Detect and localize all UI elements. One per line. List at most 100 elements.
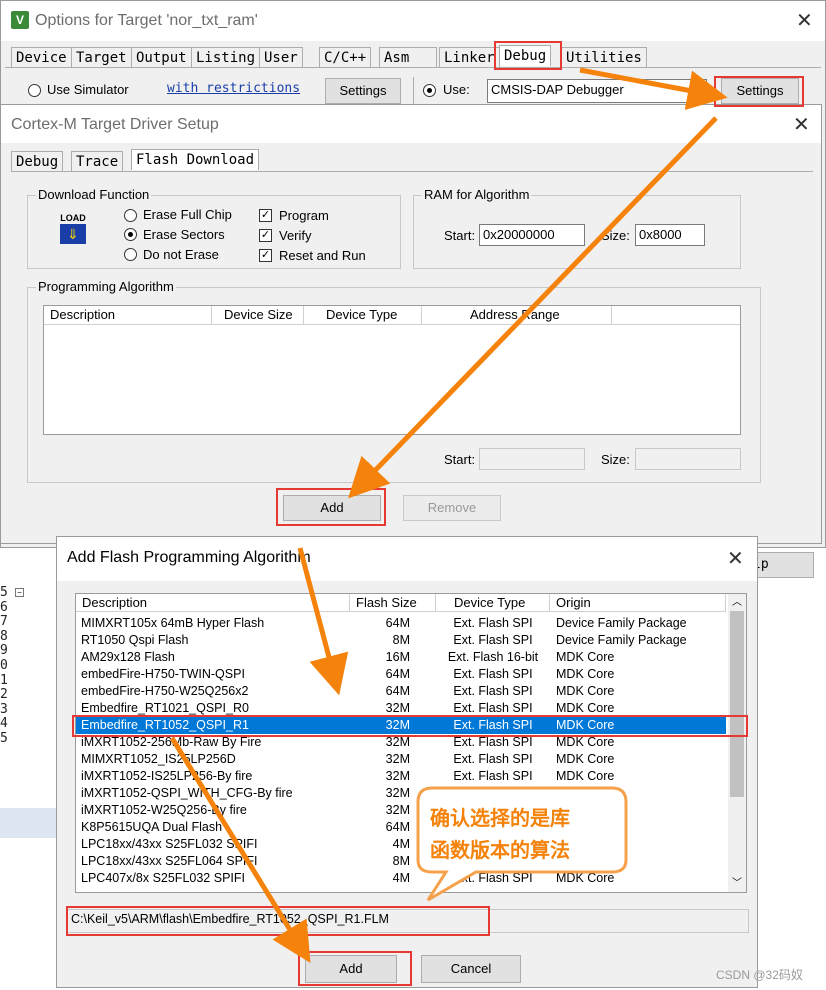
table-cell: embedFire-H750-W25Q256x2 <box>81 684 249 698</box>
table-cell: Ext. Flash SPI <box>453 616 533 630</box>
ram-size-label: Size: <box>601 228 630 243</box>
tab-cpp[interactable]: C/C++ <box>319 47 372 68</box>
table-row[interactable]: K8P5615UQA Dual Flash 64M <box>76 819 726 836</box>
table-cell: MDK Core <box>556 871 615 885</box>
table-cell: Ext. Flash SPI <box>453 684 533 698</box>
add-col-device-type[interactable]: Device Type <box>436 594 550 612</box>
table-cell: 64M <box>385 684 410 698</box>
ram-for-algorithm-label: RAM for Algorithm <box>422 187 532 202</box>
table-row[interactable]: AM29x128 Flash 16M Ext. Flash 16-bit MDK Co… <box>76 649 726 666</box>
tab-listing[interactable]: Listing <box>191 47 261 68</box>
tab-linker[interactable]: Linker <box>439 47 500 68</box>
col-description[interactable]: Description <box>44 306 212 324</box>
erase-full-chip-label: Erase Full Chip <box>143 207 232 222</box>
table-row[interactable]: RT1050 Qspi Flash 8M Ext. Flash SPI Device … <box>76 632 726 649</box>
table-row[interactable]: LPC18xx/43xx S25FL064 SPIFI 8M <box>76 853 726 870</box>
use-debugger-radio[interactable] <box>423 84 436 97</box>
highlight-selected-row <box>72 715 748 737</box>
table-cell: 64M <box>385 616 410 630</box>
table-row[interactable]: embedFire-H750-TWIN-QSPI 64M Ext. Flash SP… <box>76 666 726 683</box>
tab-device[interactable]: Device <box>11 47 72 68</box>
tab-driver-trace[interactable]: Trace <box>71 151 124 172</box>
tab-driver-debug[interactable]: Debug <box>11 151 64 172</box>
table-cell: 64M <box>385 820 410 834</box>
col-address-range[interactable]: Address Range <box>422 306 612 324</box>
with-restrictions-link[interactable]: with restrictions <box>167 81 300 96</box>
scroll-thumb[interactable] <box>730 611 744 797</box>
download-function-label: Download Function <box>36 187 152 202</box>
table-row[interactable]: MIMXRT105x 64mB Hyper Flash 64M Ext. Flash… <box>76 615 726 632</box>
debugger-select[interactable]: CMSIS-DAP Debugger <box>487 79 707 103</box>
program-checkbox[interactable]: ✓ <box>259 209 272 222</box>
add-titlebar: Add Flash Programming Algorithm ✕ <box>57 537 757 581</box>
table-row[interactable]: embedFire-H750-W25Q256x2 64M Ext. Flash SP… <box>76 683 726 700</box>
do-not-erase-radio[interactable] <box>124 248 137 261</box>
table-cell: 16M <box>385 650 410 664</box>
table-cell: Ext. Flash SPI <box>453 752 533 766</box>
do-not-erase-label: Do not Erase <box>143 247 219 262</box>
ram-size-input[interactable]: 0x8000 <box>635 224 705 246</box>
highlight-add-button <box>276 488 386 526</box>
options-title: Options for Target 'nor_txt_ram' <box>35 12 258 29</box>
table-row[interactable]: iMXRT1052-W25Q256-By fire 32M <box>76 802 726 819</box>
line-number: 0 <box>0 657 8 673</box>
status-strip <box>0 808 60 838</box>
table-cell: MDK Core <box>556 769 615 783</box>
algorithm-list[interactable]: Description Device Size Device Type Addr… <box>43 305 741 435</box>
tab-target[interactable]: Target <box>71 47 132 68</box>
vertical-scrollbar[interactable]: ︿ ﹀ <box>728 594 746 892</box>
scroll-up-icon[interactable]: ︿ <box>728 594 746 611</box>
table-cell: 8M <box>392 633 410 647</box>
verify-checkbox[interactable]: ✓ <box>259 229 272 242</box>
tab-flash-download[interactable]: Flash Download <box>131 149 260 170</box>
driver-title: Cortex-M Target Driver Setup <box>11 116 219 133</box>
table-cell: iMXRT1052-QSPI_WITH_CFG-By fire <box>81 786 293 800</box>
erase-full-chip-radio[interactable] <box>124 209 137 222</box>
table-cell: 32M <box>385 752 410 766</box>
highlight-settings-button <box>714 76 804 107</box>
table-row[interactable]: LPC407x/8x S25FL032 SPIFI 4M Ext. Flash SP… <box>76 870 726 887</box>
add-close-icon[interactable]: ✕ <box>727 549 744 569</box>
line-number: 1 <box>0 672 8 688</box>
table-row[interactable]: iMXRT1052-QSPI_WITH_CFG-By fire 32M <box>76 785 726 802</box>
simulator-settings-button[interactable]: Settings <box>325 78 401 104</box>
table-cell: LPC18xx/43xx S25FL064 SPIFI <box>81 854 258 868</box>
highlight-debug-tab <box>494 41 562 70</box>
table-cell: Ext. Flash SPI <box>453 667 533 681</box>
tab-utilities[interactable]: Utilities <box>561 47 647 68</box>
add-col-flash-size[interactable]: Flash Size <box>350 594 436 612</box>
table-cell: 8M <box>392 854 410 868</box>
editor-fold-icon[interactable]: − <box>15 588 24 597</box>
add-col-origin[interactable]: Origin <box>550 594 726 612</box>
erase-sectors-radio[interactable] <box>124 228 137 241</box>
reset-and-run-checkbox[interactable]: ✓ <box>259 249 272 262</box>
algorithm-table[interactable]: Description Flash Size Device Type Origi… <box>75 593 747 893</box>
driver-close-icon[interactable]: ✕ <box>793 115 810 135</box>
use-simulator-radio[interactable] <box>28 84 41 97</box>
driver-tab-body-line <box>11 171 813 172</box>
table-cell: 32M <box>385 786 410 800</box>
remove-algorithm-button[interactable]: Remove <box>403 495 501 521</box>
col-device-size[interactable]: Device Size <box>212 306 304 324</box>
table-cell: iMXRT1052-IS25LP256-By fire <box>81 769 253 783</box>
options-close-icon[interactable]: ✕ <box>796 11 813 31</box>
cancel-button[interactable]: Cancel <box>421 955 521 983</box>
line-number: 2 <box>0 687 8 703</box>
table-row[interactable]: LPC18xx/43xx S25FL032 SPIFI 4M <box>76 836 726 853</box>
algo-start-input[interactable] <box>479 448 585 470</box>
table-row[interactable]: MIMXRT1052_IS25LP256D 32M Ext. Flash SPI MD… <box>76 751 726 768</box>
tab-user[interactable]: User <box>259 47 303 68</box>
tab-output[interactable]: Output <box>131 47 192 68</box>
programming-algorithm-label: Programming Algorithm <box>36 279 176 294</box>
col-device-type[interactable]: Device Type <box>304 306 422 324</box>
add-col-description[interactable]: Description <box>76 594 350 612</box>
table-cell: Device Family Package <box>556 633 687 647</box>
table-cell: K8P5615UQA Dual Flash <box>81 820 223 834</box>
ram-start-input[interactable]: 0x20000000 <box>479 224 585 246</box>
scroll-down-icon[interactable]: ﹀ <box>728 875 746 892</box>
table-cell: 32M <box>385 769 410 783</box>
table-cell: MDK Core <box>556 752 615 766</box>
algo-size-input[interactable] <box>635 448 741 470</box>
tab-asm[interactable]: Asm <box>379 47 437 68</box>
table-row[interactable]: iMXRT1052-IS25LP256-By fire 32M Ext. Flash… <box>76 768 726 785</box>
